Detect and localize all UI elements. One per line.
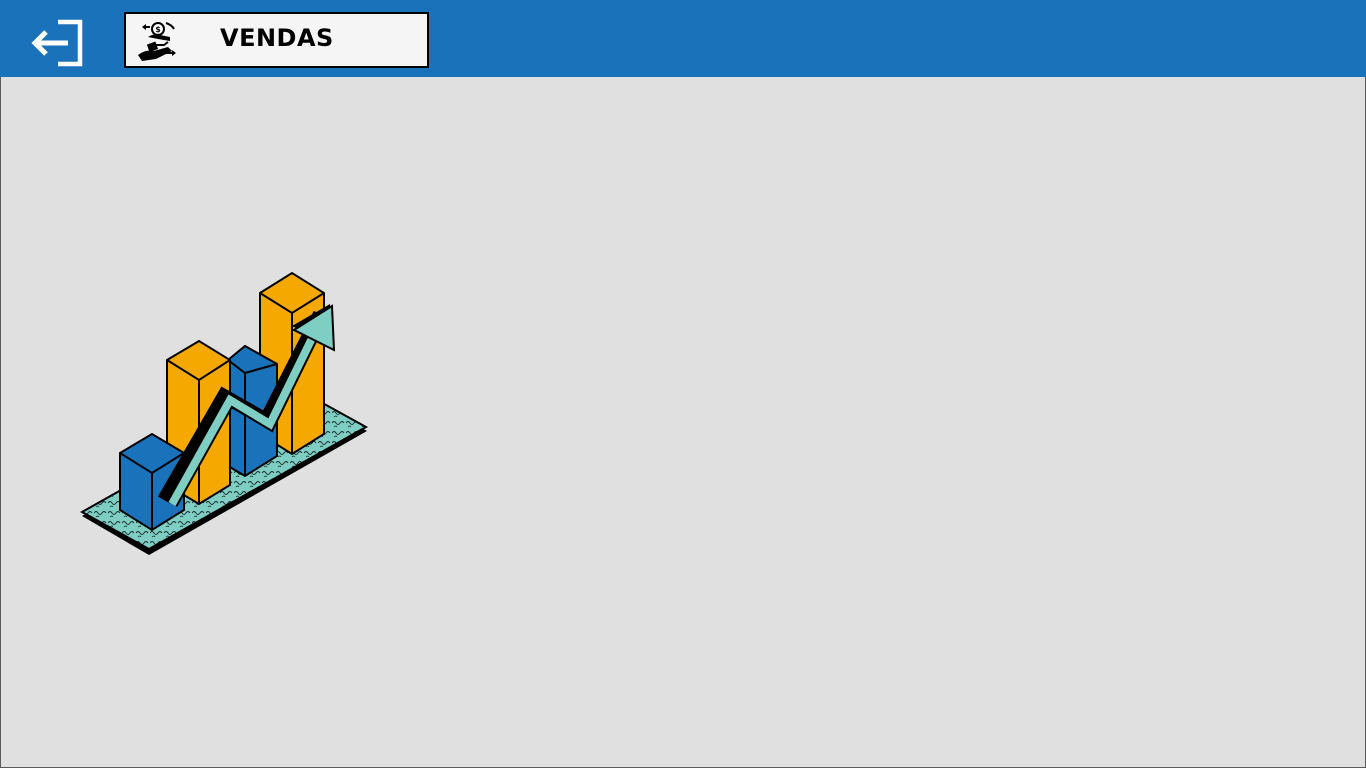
logout-button[interactable] bbox=[28, 18, 86, 68]
logout-arrow-icon bbox=[31, 19, 83, 67]
growth-chart-illustration bbox=[79, 268, 372, 562]
page-title: VENDAS bbox=[220, 24, 334, 52]
top-bar: $ VENDAS bbox=[0, 0, 1366, 77]
money-exchange-hands-icon: $ bbox=[138, 22, 176, 61]
svg-text:$: $ bbox=[155, 25, 161, 34]
page-title-box: $ VENDAS bbox=[124, 12, 429, 68]
